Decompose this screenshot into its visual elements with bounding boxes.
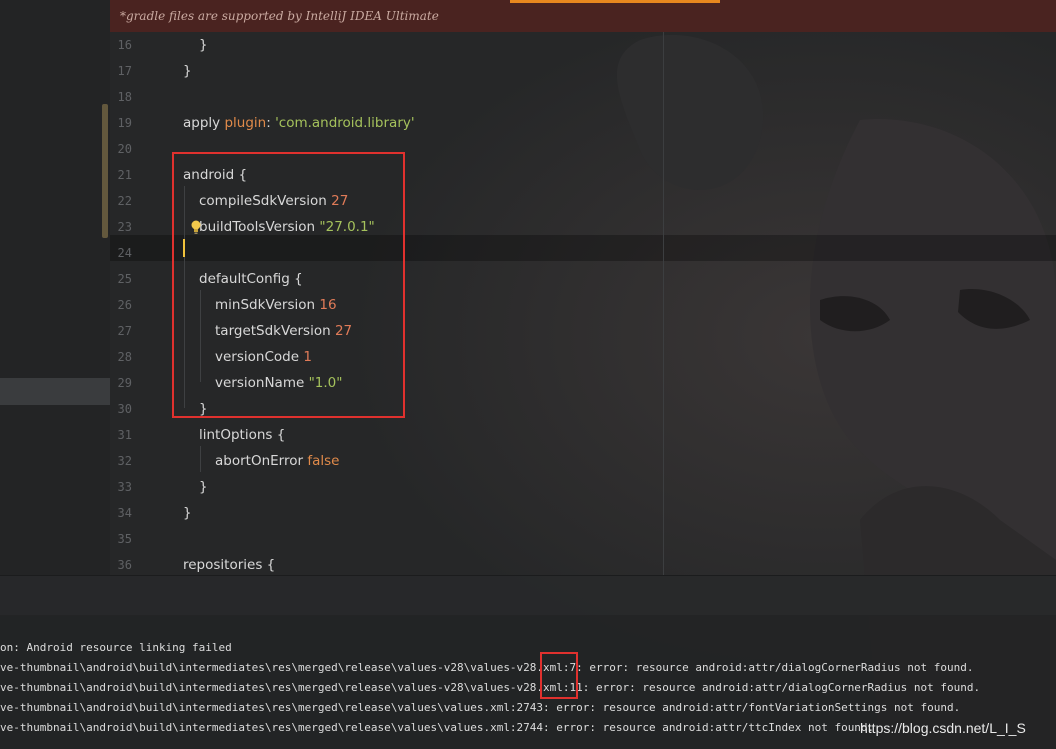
android-block-annotation — [172, 152, 405, 418]
line-number: 23 — [117, 220, 132, 234]
console-line[interactable]: ve-thumbnail\android\build\intermediates… — [0, 658, 974, 678]
panel-scroll-thumb[interactable] — [102, 104, 108, 238]
line-number: 35 — [117, 532, 132, 546]
console-line[interactable]: on: Android resource linking failed — [0, 638, 232, 658]
gradle-support-notice: *gradle files are supported by IntelliJ … — [110, 0, 1056, 32]
indent-guide — [200, 446, 201, 472]
line-number: 24 — [117, 246, 132, 260]
line-number-gutter: 16 17 18 19 20 21 22 23 24 25 26 27 28 29 30 31 32 33 34 35… — [110, 32, 156, 575]
code-token: lintOptions { — [199, 427, 286, 443]
code-line[interactable]: } — [199, 32, 208, 58]
line-number: 21 — [117, 168, 132, 182]
code-line[interactable]: } — [183, 58, 192, 84]
line-number: 29 — [117, 376, 132, 390]
console-line[interactable]: ve-thumbnail\android\build\intermediates… — [0, 698, 960, 718]
line-number: 32 — [117, 454, 132, 468]
line-number: 18 — [117, 90, 132, 104]
line-number: 20 — [117, 142, 132, 156]
code-line[interactable]: lintOptions { — [199, 422, 285, 448]
notice-text: *gradle files are supported by IntelliJ … — [120, 9, 439, 23]
line-number: 25 — [117, 272, 132, 286]
console-line[interactable]: ve-thumbnail\android\build\intermediates… — [0, 718, 874, 738]
line-number: 17 — [117, 64, 132, 78]
line-number: 27 — [117, 324, 132, 338]
code-token: abortOnError — [215, 453, 308, 469]
line-number: 30 — [117, 402, 132, 416]
code-token: : — [266, 115, 276, 131]
code-token: apply — [183, 115, 225, 131]
code-token: } — [183, 505, 192, 521]
project-panel — [0, 0, 110, 575]
code-token: } — [199, 479, 208, 495]
code-line[interactable]: } — [199, 474, 208, 500]
line-number: 33 — [117, 480, 132, 494]
line-number: 16 — [117, 38, 132, 52]
code-line[interactable]: apply plugin: 'com.android.library' — [183, 110, 415, 136]
code-token: false — [307, 453, 340, 469]
project-selected-row[interactable] — [0, 378, 110, 405]
code-line[interactable]: } — [183, 500, 192, 526]
code-token: 'com.android.library' — [275, 115, 415, 131]
code-line[interactable]: abortOnError false — [215, 448, 339, 474]
line-number: 19 — [117, 116, 132, 130]
console-line[interactable]: ve-thumbnail\android\build\intermediates… — [0, 678, 980, 698]
code-token: plugin — [224, 115, 267, 131]
line-number: 26 — [117, 298, 132, 312]
code-token: } — [199, 37, 208, 53]
line-number: 34 — [117, 506, 132, 520]
line-number: 22 — [117, 194, 132, 208]
line-number: 31 — [117, 428, 132, 442]
active-tab-indicator — [510, 0, 720, 3]
v28-annotation — [540, 652, 578, 699]
code-token: repositories { — [183, 557, 276, 573]
tool-window-strip — [0, 575, 1056, 616]
blog-watermark: https://blog.csdn.net/L_I_S — [860, 720, 1026, 736]
code-token: } — [183, 63, 192, 79]
line-number: 28 — [117, 350, 132, 364]
